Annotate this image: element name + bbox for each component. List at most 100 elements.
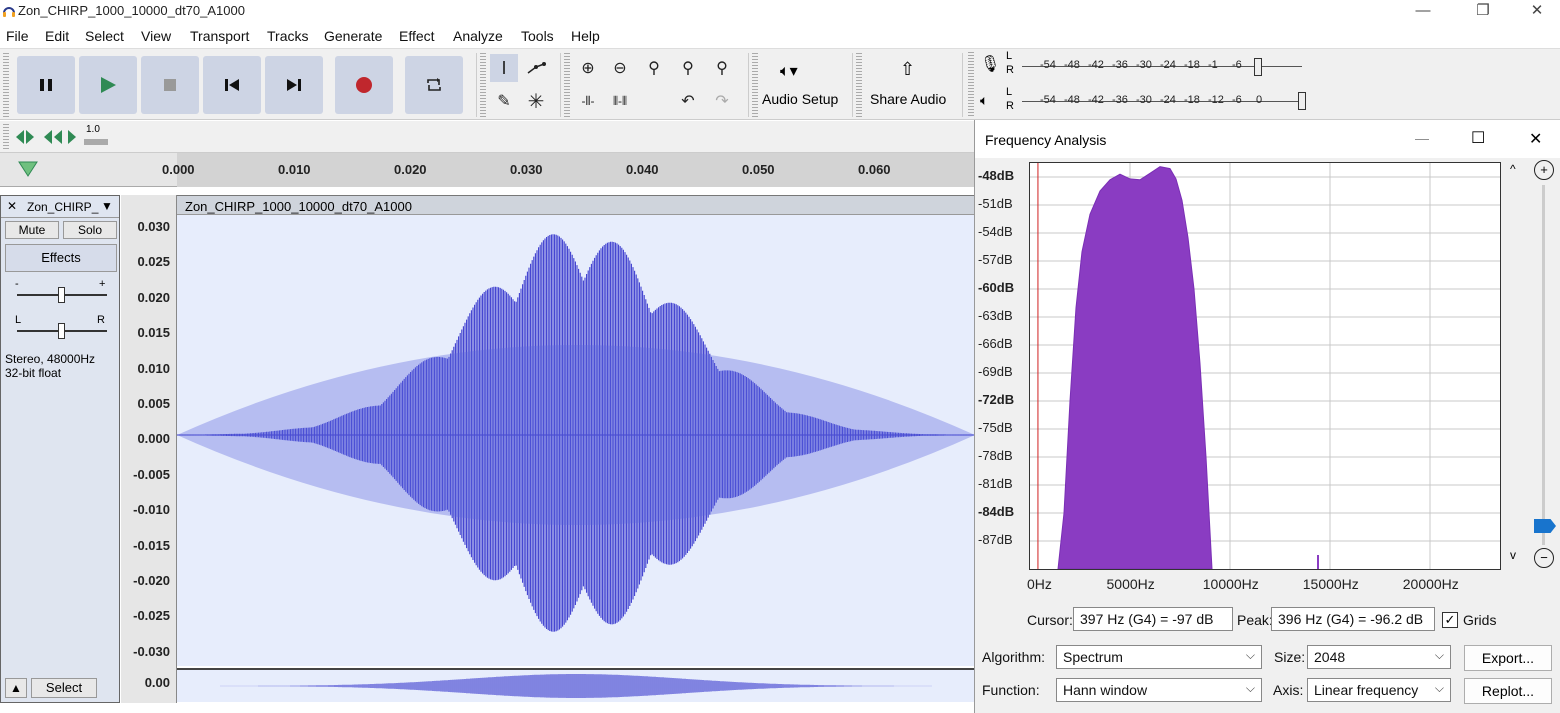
size-select[interactable]: 2048 ⌵: [1307, 645, 1451, 669]
stop-icon: [164, 79, 176, 91]
close-window-button[interactable]: ✕: [1514, 0, 1560, 24]
stop-button[interactable]: [141, 56, 199, 114]
minimize-button[interactable]: —: [1400, 0, 1446, 24]
spectrum-zoom-in-icon[interactable]: +: [1534, 160, 1554, 180]
scroll-down-icon[interactable]: v: [1510, 548, 1516, 562]
track-name[interactable]: Zon_CHIRP_: [27, 200, 98, 214]
menu-generate[interactable]: Generate: [324, 28, 382, 44]
silence-button[interactable]: ⫴-⫴: [606, 87, 634, 115]
menu-tracks[interactable]: Tracks: [267, 28, 308, 44]
selection-tool-button[interactable]: I: [490, 54, 518, 82]
edit-grip[interactable]: [564, 53, 570, 117]
timeline-options-button[interactable]: [16, 157, 40, 181]
export-button[interactable]: Export...: [1464, 645, 1552, 671]
amplitude-tick-label: -0.015: [133, 537, 170, 553]
spectrum-zoom-slider[interactable]: [1542, 185, 1545, 545]
waveform-lower-channel[interactable]: [177, 668, 975, 702]
microphone-icon[interactable]: 🎙︎: [980, 54, 1000, 74]
spectrum-zoom-out-icon[interactable]: −: [1534, 548, 1554, 568]
waveform-view[interactable]: [176, 215, 975, 666]
menu-edit[interactable]: Edit: [45, 28, 69, 44]
trim-button[interactable]: -⫴-: [574, 87, 602, 115]
speed-grip[interactable]: [3, 124, 9, 150]
replot-button[interactable]: Replot...: [1464, 678, 1552, 704]
spectrum-vertical-scrollbar[interactable]: ^ v: [1506, 160, 1526, 570]
effects-button[interactable]: Effects: [5, 244, 117, 272]
algorithm-value: Spectrum: [1063, 649, 1123, 665]
menu-analyze[interactable]: Analyze: [453, 28, 503, 44]
zoom-in-button[interactable]: ⊕: [574, 54, 602, 82]
loop-button[interactable]: [405, 56, 463, 114]
menu-view[interactable]: View: [141, 28, 171, 44]
meter-tick-label: -12: [1208, 94, 1224, 106]
function-select[interactable]: Hann window ⌵: [1056, 678, 1262, 702]
algorithm-select[interactable]: Spectrum ⌵: [1056, 645, 1262, 669]
share-audio-button[interactable]: ⇧ Share Audio: [866, 53, 956, 115]
timeline-ruler[interactable]: 0.000 0.010 0.020 0.030 0.040 0.050 0.060: [0, 153, 975, 187]
draw-tool-button[interactable]: ✎: [490, 87, 518, 115]
record-level-slider[interactable]: [1254, 58, 1262, 76]
spectrum-y-tick-label: -84dB: [978, 504, 1015, 519]
play-at-speed-button[interactable]: [14, 126, 36, 148]
undo-button[interactable]: ↶: [674, 87, 702, 115]
amplitude-tick-label: 0.010: [137, 360, 170, 376]
tools-grip[interactable]: [480, 53, 486, 117]
track-close-button[interactable]: ✕: [7, 199, 17, 213]
algorithm-label: Algorithm:: [982, 649, 1046, 665]
audio-setup-button[interactable]: 🔈︎▾ Audio Setup: [760, 53, 846, 115]
pan-slider[interactable]: [17, 323, 107, 339]
play-button[interactable]: [79, 56, 137, 114]
menu-transport[interactable]: Transport: [190, 28, 249, 44]
speed-slider[interactable]: 1.0: [82, 123, 110, 149]
mute-button[interactable]: Mute: [5, 221, 59, 239]
toolbar-grip[interactable]: [3, 53, 9, 117]
play-at-speed-once-button[interactable]: [42, 126, 78, 148]
fit-project-button[interactable]: ⚲: [674, 54, 702, 82]
triangle-down-icon: [18, 161, 38, 177]
meter-grip[interactable]: [968, 52, 974, 116]
skip-to-start-button[interactable]: [203, 56, 261, 114]
size-label: Size:: [1274, 649, 1306, 665]
gain-slider-thumb[interactable]: [58, 287, 65, 303]
menu-file[interactable]: File: [6, 28, 29, 44]
track-menu-dropdown[interactable]: ▼: [101, 199, 113, 213]
record-icon: [356, 77, 372, 93]
audio-setup-grip[interactable]: [752, 53, 758, 117]
zoom-toggle-button[interactable]: ⚲: [708, 54, 736, 82]
menu-effect[interactable]: Effect: [399, 28, 435, 44]
meter-tick-label: -30: [1136, 59, 1152, 71]
multi-tool-button[interactable]: ✳: [522, 87, 550, 115]
zoom-toggle-icon: ⚲: [716, 60, 728, 77]
axis-select[interactable]: Linear frequency ⌵: [1307, 678, 1451, 702]
record-button[interactable]: [335, 56, 393, 114]
restore-button[interactable]: ❐: [1460, 0, 1506, 24]
collapse-track-button[interactable]: ▲: [5, 678, 27, 698]
fit-selection-button[interactable]: ⚲: [640, 54, 668, 82]
dialog-maximize-button[interactable]: ☐: [1471, 128, 1485, 148]
menu-select[interactable]: Select: [85, 28, 124, 44]
solo-button[interactable]: Solo: [63, 221, 117, 239]
dialog-close-button[interactable]: ✕: [1529, 129, 1542, 149]
share-grip[interactable]: [856, 53, 862, 117]
playback-level-slider[interactable]: [1298, 92, 1306, 110]
select-track-button[interactable]: Select: [31, 678, 97, 698]
scroll-up-icon[interactable]: ^: [1510, 162, 1516, 176]
spectrum-x-tick-label: 10000Hz: [1202, 576, 1259, 592]
menu-help[interactable]: Help: [571, 28, 600, 44]
clip-header[interactable]: Zon_CHIRP_1000_10000_dt70_A1000: [177, 195, 975, 215]
menu-tools[interactable]: Tools: [521, 28, 554, 44]
pan-slider-thumb[interactable]: [58, 323, 65, 339]
pause-button[interactable]: [17, 56, 75, 114]
amplitude-ruler[interactable]: 0.030 0.025 0.020 0.015 0.010 0.005 0.000 -0.00…: [121, 195, 177, 703]
spectrum-plot[interactable]: [1029, 162, 1501, 570]
gain-slider[interactable]: [17, 287, 107, 303]
spectrum-series-area: [1057, 166, 1213, 570]
grids-checkbox[interactable]: ✓: [1442, 612, 1458, 628]
dialog-minimize-button[interactable]: —: [1415, 130, 1429, 146]
toolbar-separator: [962, 53, 963, 117]
redo-button[interactable]: ↷: [708, 87, 736, 115]
speaker-icon[interactable]: 🔈︎: [980, 92, 988, 109]
skip-to-end-button[interactable]: [265, 56, 323, 114]
envelope-tool-button[interactable]: [522, 54, 550, 82]
zoom-out-button[interactable]: ⊖: [606, 54, 634, 82]
